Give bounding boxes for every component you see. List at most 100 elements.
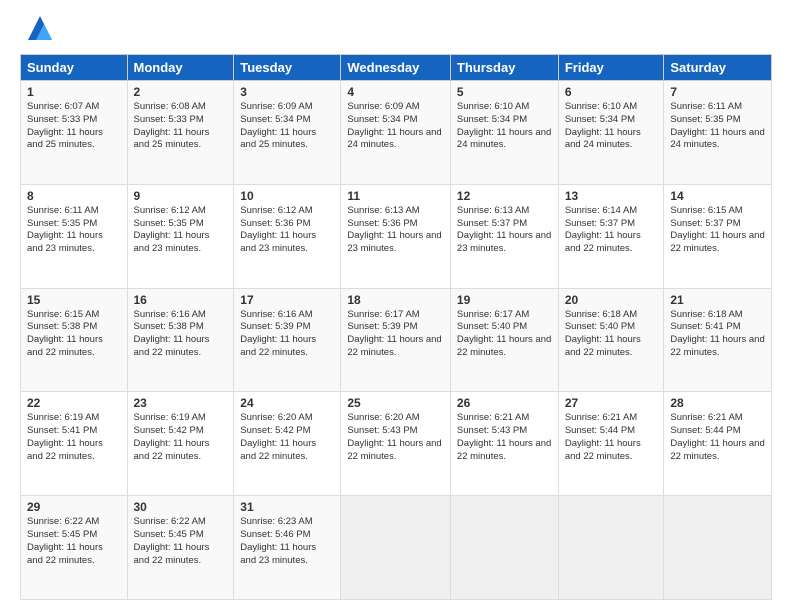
- calendar-cell: 28 Sunrise: 6:21 AMSunset: 5:44 PMDayligh…: [664, 392, 772, 496]
- calendar-cell: 26 Sunrise: 6:21 AMSunset: 5:43 PMDayligh…: [450, 392, 558, 496]
- cell-text: Sunrise: 6:16 AMSunset: 5:38 PMDaylight:…: [134, 309, 210, 358]
- cell-text: Sunrise: 6:20 AMSunset: 5:42 PMDaylight:…: [240, 412, 316, 461]
- day-number: 16: [134, 293, 228, 307]
- cell-text: Sunrise: 6:18 AMSunset: 5:40 PMDaylight:…: [565, 309, 641, 358]
- day-number: 18: [347, 293, 444, 307]
- header-cell-monday: Monday: [127, 55, 234, 81]
- logo: [20, 16, 56, 44]
- cell-text: Sunrise: 6:18 AMSunset: 5:41 PMDaylight:…: [670, 309, 764, 358]
- day-number: 4: [347, 85, 444, 99]
- day-number: 25: [347, 396, 444, 410]
- calendar-cell: 18 Sunrise: 6:17 AMSunset: 5:39 PMDayligh…: [341, 288, 451, 392]
- cell-text: Sunrise: 6:17 AMSunset: 5:40 PMDaylight:…: [457, 309, 551, 358]
- day-number: 9: [134, 189, 228, 203]
- day-number: 14: [670, 189, 765, 203]
- calendar-cell: 14 Sunrise: 6:15 AMSunset: 5:37 PMDayligh…: [664, 184, 772, 288]
- week-row-1: 1 Sunrise: 6:07 AMSunset: 5:33 PMDaylight…: [21, 81, 772, 185]
- calendar-cell: 21 Sunrise: 6:18 AMSunset: 5:41 PMDayligh…: [664, 288, 772, 392]
- cell-text: Sunrise: 6:21 AMSunset: 5:44 PMDaylight:…: [670, 412, 764, 461]
- calendar-cell: 11Sunrise: 6:13 AMSunset: 5:36 PMDayligh…: [341, 184, 451, 288]
- header-cell-sunday: Sunday: [21, 55, 128, 81]
- day-number: 3: [240, 85, 334, 99]
- cell-text: Sunrise: 6:21 AMSunset: 5:43 PMDaylight:…: [457, 412, 551, 461]
- cell-text: Sunrise: 6:13 AMSunset: 5:36 PMDaylight:…: [347, 205, 441, 254]
- day-number: 20: [565, 293, 658, 307]
- header-row: SundayMondayTuesdayWednesdayThursdayFrid…: [21, 55, 772, 81]
- cell-text: Sunrise: 6:20 AMSunset: 5:43 PMDaylight:…: [347, 412, 441, 461]
- day-number: 17: [240, 293, 334, 307]
- day-number: 10: [240, 189, 334, 203]
- calendar-table: SundayMondayTuesdayWednesdayThursdayFrid…: [20, 54, 772, 600]
- calendar-cell: 23 Sunrise: 6:19 AMSunset: 5:42 PMDayligh…: [127, 392, 234, 496]
- cell-text: Sunrise: 6:17 AMSunset: 5:39 PMDaylight:…: [347, 309, 441, 358]
- calendar-cell: 17 Sunrise: 6:16 AMSunset: 5:39 PMDayligh…: [234, 288, 341, 392]
- day-number: 13: [565, 189, 658, 203]
- calendar-cell: 15 Sunrise: 6:15 AMSunset: 5:38 PMDayligh…: [21, 288, 128, 392]
- day-number: 2: [134, 85, 228, 99]
- cell-text: Sunrise: 6:08 AMSunset: 5:33 PMDaylight:…: [134, 101, 210, 150]
- cell-text: Sunrise: 6:13 AMSunset: 5:37 PMDaylight:…: [457, 205, 551, 254]
- header-cell-wednesday: Wednesday: [341, 55, 451, 81]
- day-number: 24: [240, 396, 334, 410]
- calendar-cell: 29Sunrise: 6:22 AMSunset: 5:45 PMDayligh…: [21, 496, 128, 600]
- week-row-4: 22 Sunrise: 6:19 AMSunset: 5:41 PMDayligh…: [21, 392, 772, 496]
- calendar-cell: 13 Sunrise: 6:14 AMSunset: 5:37 PMDayligh…: [558, 184, 664, 288]
- cell-text: Sunrise: 6:07 AMSunset: 5:33 PMDaylight:…: [27, 101, 103, 150]
- day-number: 8: [27, 189, 121, 203]
- calendar-cell: 7Sunrise: 6:11 AMSunset: 5:35 PMDaylight…: [664, 81, 772, 185]
- day-number: 15: [27, 293, 121, 307]
- cell-text: Sunrise: 6:09 AMSunset: 5:34 PMDaylight:…: [347, 101, 441, 150]
- calendar-cell: 4 Sunrise: 6:09 AMSunset: 5:34 PMDaylight…: [341, 81, 451, 185]
- cell-text: Sunrise: 6:19 AMSunset: 5:42 PMDaylight:…: [134, 412, 210, 461]
- day-number: 31: [240, 500, 334, 514]
- cell-text: Sunrise: 6:22 AMSunset: 5:45 PMDaylight:…: [134, 516, 210, 565]
- calendar-cell: 16 Sunrise: 6:16 AMSunset: 5:38 PMDayligh…: [127, 288, 234, 392]
- week-row-2: 8Sunrise: 6:11 AMSunset: 5:35 PMDaylight…: [21, 184, 772, 288]
- header: [20, 16, 772, 44]
- header-cell-thursday: Thursday: [450, 55, 558, 81]
- calendar-cell: 2 Sunrise: 6:08 AMSunset: 5:33 PMDaylight…: [127, 81, 234, 185]
- calendar-cell: 30Sunrise: 6:22 AMSunset: 5:45 PMDayligh…: [127, 496, 234, 600]
- cell-text: Sunrise: 6:21 AMSunset: 5:44 PMDaylight:…: [565, 412, 641, 461]
- cell-text: Sunrise: 6:23 AMSunset: 5:46 PMDaylight:…: [240, 516, 316, 565]
- cell-text: Sunrise: 6:16 AMSunset: 5:39 PMDaylight:…: [240, 309, 316, 358]
- calendar-cell: 10 Sunrise: 6:12 AMSunset: 5:36 PMDayligh…: [234, 184, 341, 288]
- day-number: 26: [457, 396, 552, 410]
- day-number: 19: [457, 293, 552, 307]
- day-number: 7: [670, 85, 765, 99]
- day-number: 28: [670, 396, 765, 410]
- day-number: 27: [565, 396, 658, 410]
- day-number: 12: [457, 189, 552, 203]
- day-number: 5: [457, 85, 552, 99]
- cell-text: Sunrise: 6:10 AMSunset: 5:34 PMDaylight:…: [565, 101, 641, 150]
- cell-text: Sunrise: 6:15 AMSunset: 5:37 PMDaylight:…: [670, 205, 764, 254]
- week-row-3: 15 Sunrise: 6:15 AMSunset: 5:38 PMDayligh…: [21, 288, 772, 392]
- day-number: 22: [27, 396, 121, 410]
- calendar-cell: 22 Sunrise: 6:19 AMSunset: 5:41 PMDayligh…: [21, 392, 128, 496]
- cell-text: Sunrise: 6:12 AMSunset: 5:36 PMDaylight:…: [240, 205, 316, 254]
- calendar-cell: [341, 496, 451, 600]
- calendar-cell: 12 Sunrise: 6:13 AMSunset: 5:37 PMDayligh…: [450, 184, 558, 288]
- cell-text: Sunrise: 6:22 AMSunset: 5:45 PMDaylight:…: [27, 516, 103, 565]
- logo-icon: [24, 12, 56, 44]
- calendar-cell: 6Sunrise: 6:10 AMSunset: 5:34 PMDaylight…: [558, 81, 664, 185]
- calendar-cell: [664, 496, 772, 600]
- calendar-cell: 25 Sunrise: 6:20 AMSunset: 5:43 PMDayligh…: [341, 392, 451, 496]
- calendar-cell: 19 Sunrise: 6:17 AMSunset: 5:40 PMDayligh…: [450, 288, 558, 392]
- cell-text: Sunrise: 6:19 AMSunset: 5:41 PMDaylight:…: [27, 412, 103, 461]
- header-cell-tuesday: Tuesday: [234, 55, 341, 81]
- day-number: 1: [27, 85, 121, 99]
- cell-text: Sunrise: 6:15 AMSunset: 5:38 PMDaylight:…: [27, 309, 103, 358]
- calendar-cell: 24 Sunrise: 6:20 AMSunset: 5:42 PMDayligh…: [234, 392, 341, 496]
- calendar-cell: 20 Sunrise: 6:18 AMSunset: 5:40 PMDayligh…: [558, 288, 664, 392]
- calendar-cell: [450, 496, 558, 600]
- cell-text: Sunrise: 6:09 AMSunset: 5:34 PMDaylight:…: [240, 101, 316, 150]
- cell-text: Sunrise: 6:10 AMSunset: 5:34 PMDaylight:…: [457, 101, 551, 150]
- header-cell-saturday: Saturday: [664, 55, 772, 81]
- cell-text: Sunrise: 6:14 AMSunset: 5:37 PMDaylight:…: [565, 205, 641, 254]
- day-number: 23: [134, 396, 228, 410]
- calendar-cell: 8Sunrise: 6:11 AMSunset: 5:35 PMDaylight…: [21, 184, 128, 288]
- day-number: 21: [670, 293, 765, 307]
- calendar-cell: 1 Sunrise: 6:07 AMSunset: 5:33 PMDaylight…: [21, 81, 128, 185]
- week-row-5: 29Sunrise: 6:22 AMSunset: 5:45 PMDayligh…: [21, 496, 772, 600]
